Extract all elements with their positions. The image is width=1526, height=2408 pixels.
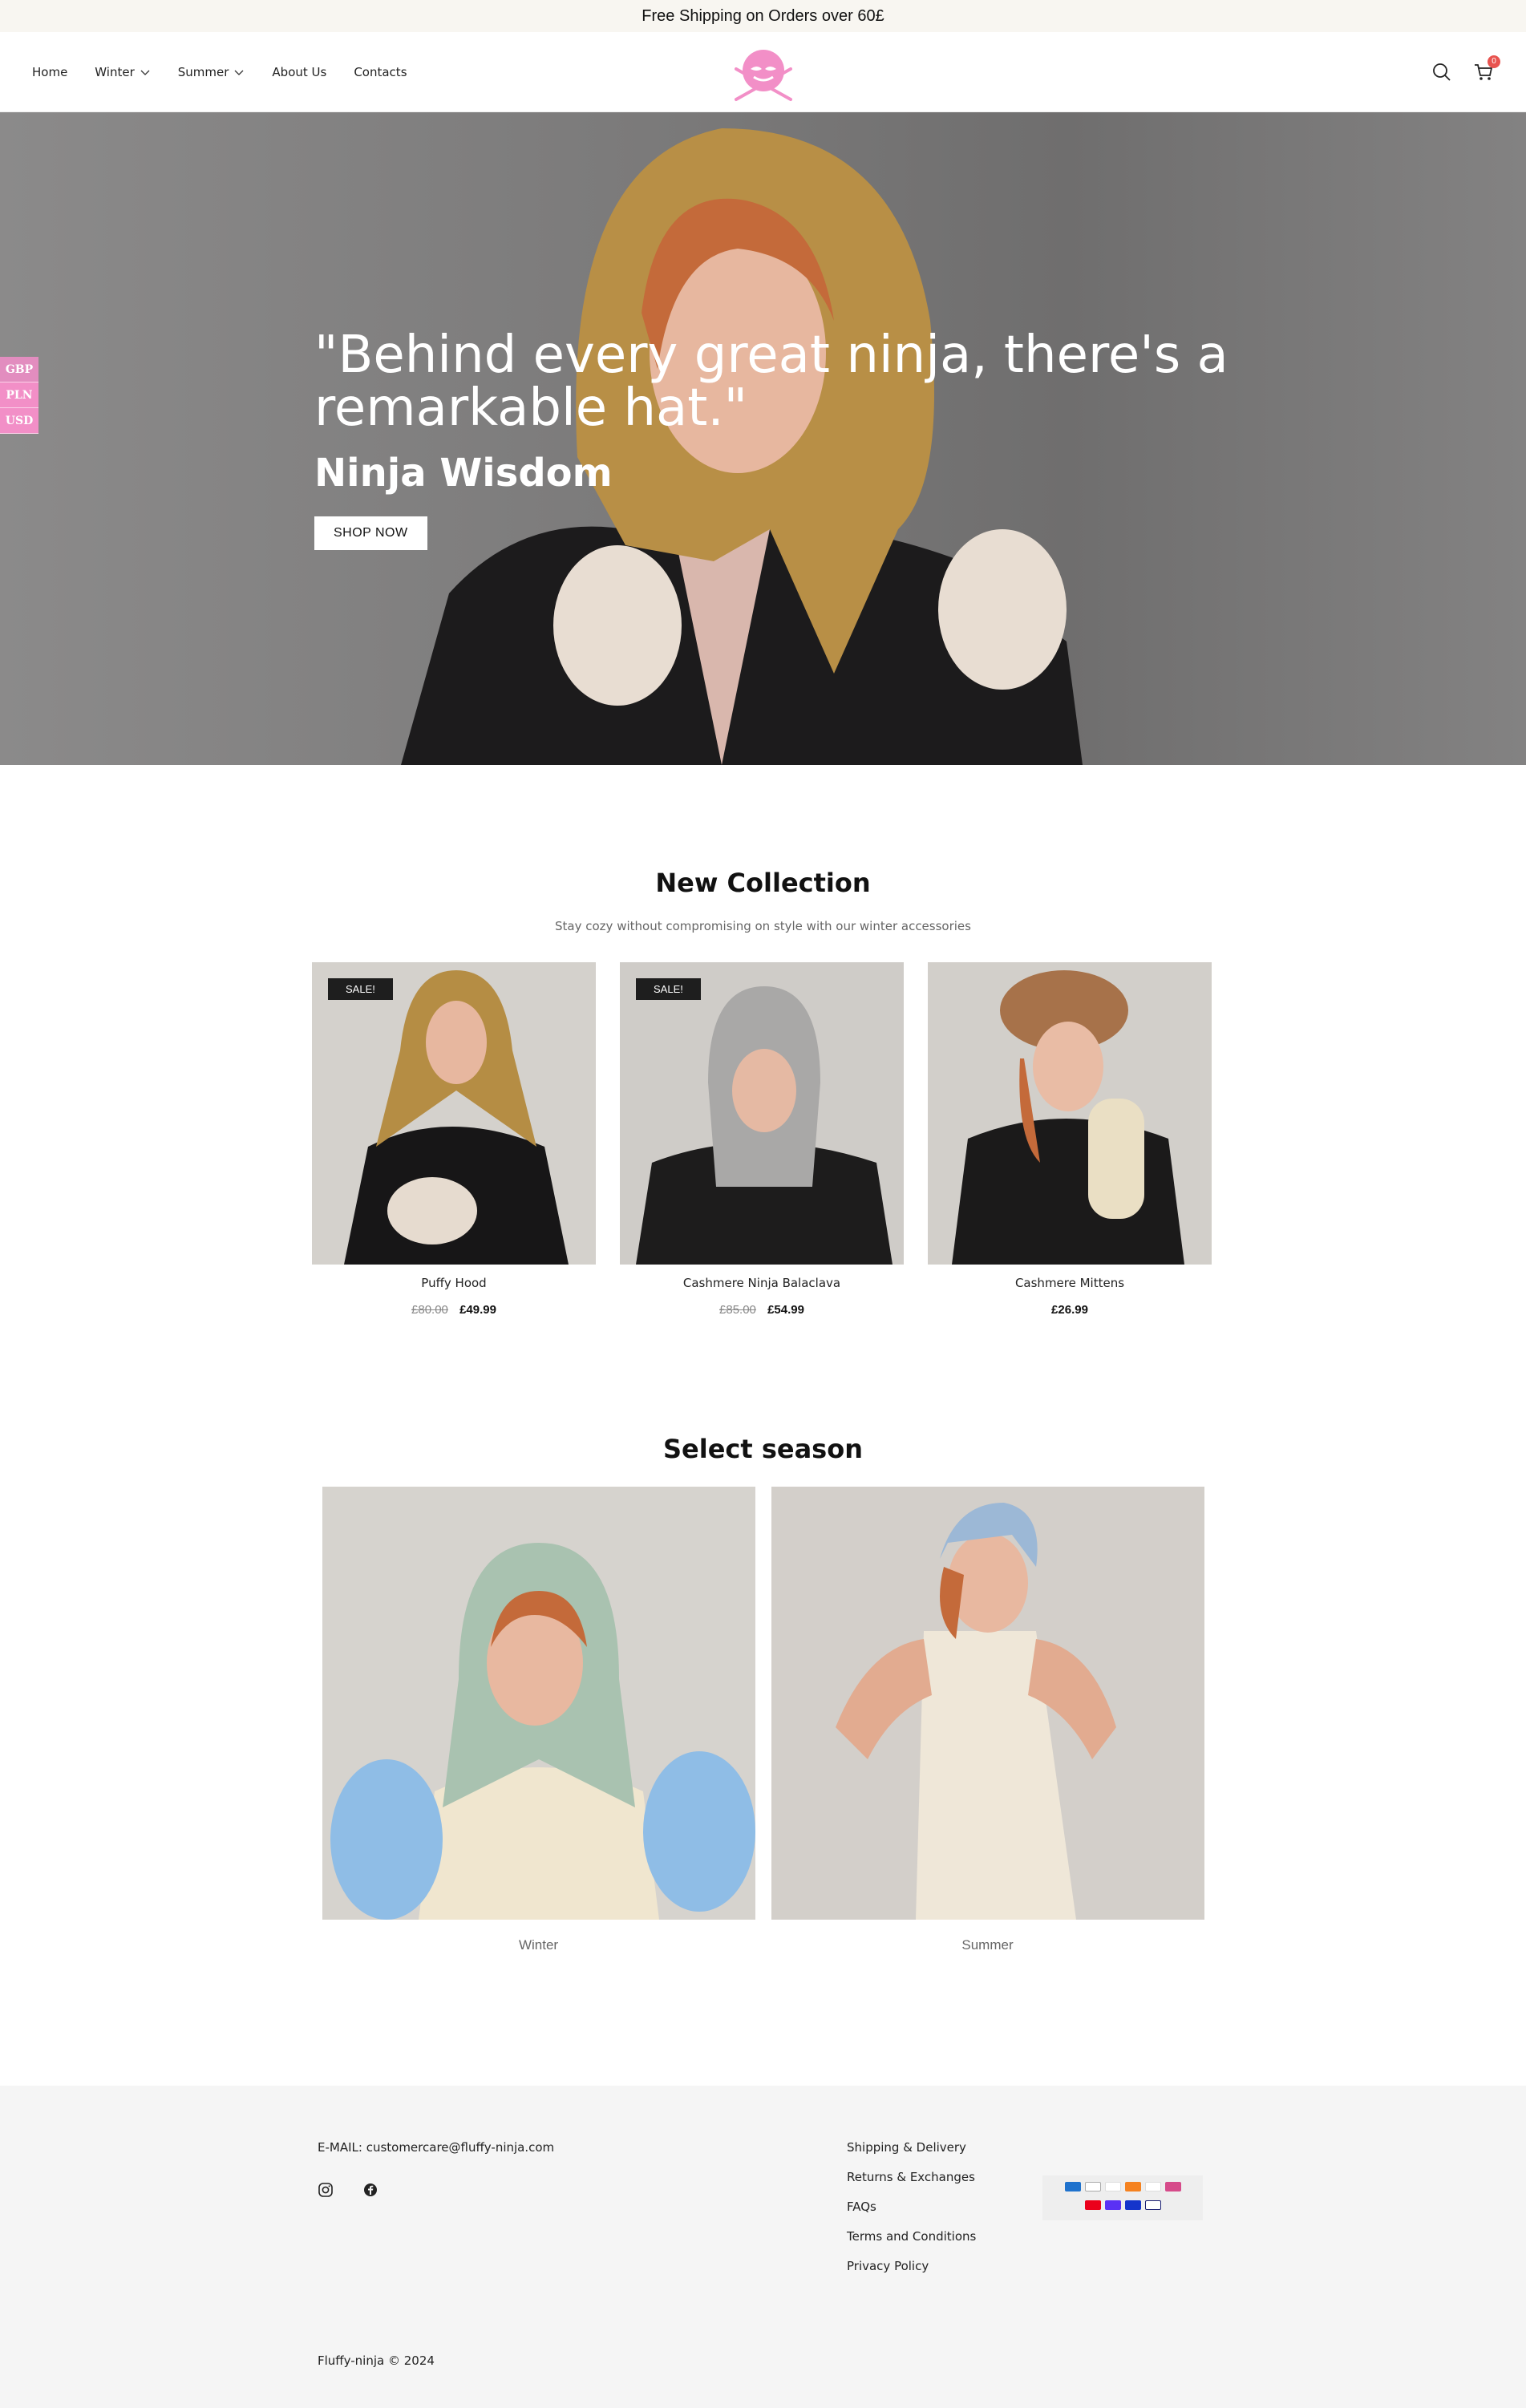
- announcement-bar: Free Shipping on Orders over 60£: [0, 0, 1526, 32]
- season-grid: Winter Summer: [322, 1487, 1204, 1953]
- product-price: £26.99: [928, 1303, 1212, 1317]
- product-price: £85.00 £54.99: [620, 1303, 904, 1317]
- maestro-icon: [1164, 2182, 1181, 2191]
- product-image[interactable]: SALE!: [312, 962, 596, 1265]
- chevron-down-icon: [234, 70, 244, 75]
- sale-price: £54.99: [767, 1303, 804, 1317]
- footer-link-faqs[interactable]: FAQs: [847, 2200, 976, 2214]
- chevron-down-icon: [140, 70, 150, 75]
- union-pay-icon: [1124, 2200, 1141, 2210]
- price: £26.99: [1051, 1303, 1088, 1317]
- footer-link-returns[interactable]: Returns & Exchanges: [847, 2170, 976, 2184]
- sale-badge: SALE!: [328, 978, 393, 1000]
- nav-winter[interactable]: Winter: [95, 65, 150, 79]
- sale-badge: SALE!: [636, 978, 701, 1000]
- hero-subtitle: Ninja Wisdom: [314, 451, 613, 496]
- site-header: Home Winter Summer About Us Contacts 0: [0, 32, 1526, 112]
- winter-photo: [322, 1487, 755, 1920]
- product-card[interactable]: Cashmere Mittens £26.99: [928, 962, 1212, 1317]
- product-name[interactable]: Cashmere Mittens: [928, 1276, 1212, 1290]
- nav-home-label: Home: [32, 64, 68, 79]
- instagram-icon[interactable]: [318, 2182, 334, 2198]
- product-name[interactable]: Cashmere Ninja Balaclava: [620, 1276, 904, 1290]
- footer-link-terms[interactable]: Terms and Conditions: [847, 2229, 976, 2244]
- site-footer: E-MAIL: customercare@fluffy-ninja.com Sh…: [0, 2086, 1526, 2408]
- header-actions: 0: [1431, 55, 1500, 83]
- hero-banner: "Behind every great ninja, there's a rem…: [0, 112, 1526, 765]
- season-label-winter[interactable]: Winter: [322, 1937, 755, 1953]
- announcement-text: Free Shipping on Orders over 60£: [642, 6, 884, 25]
- season-card-winter[interactable]: Winter: [322, 1487, 755, 1953]
- mastercard-icon: [1084, 2200, 1101, 2210]
- nav-about-label: About Us: [272, 64, 327, 79]
- nav-summer[interactable]: Summer: [178, 65, 245, 79]
- product-name[interactable]: Puffy Hood: [312, 1276, 596, 1290]
- product-photo: [928, 962, 1212, 1265]
- cart-button[interactable]: 0: [1473, 55, 1500, 83]
- nav-about[interactable]: About Us: [272, 65, 326, 79]
- search-icon[interactable]: [1431, 62, 1452, 83]
- product-image[interactable]: [928, 962, 1212, 1265]
- nav-contacts[interactable]: Contacts: [354, 65, 407, 79]
- currency-gbp[interactable]: GBP: [0, 357, 38, 382]
- nav-summer-label: Summer: [177, 64, 229, 79]
- collection-title: New Collection: [655, 868, 871, 898]
- collection-subtitle: Stay cozy without compromising on style …: [555, 919, 971, 933]
- product-card[interactable]: SALE! Puffy Hood £80.00 £49.99: [312, 962, 596, 1317]
- apple-pay-icon: [1084, 2182, 1101, 2191]
- season-image-summer[interactable]: [771, 1487, 1204, 1920]
- nav-winter-label: Winter: [95, 64, 135, 79]
- visa-icon: [1144, 2200, 1161, 2210]
- old-price: £85.00: [719, 1303, 756, 1317]
- currency-pln[interactable]: PLN: [0, 382, 38, 408]
- product-card[interactable]: SALE! Cashmere Ninja Balaclava £85.00 £5…: [620, 962, 904, 1317]
- product-photo: [620, 962, 904, 1265]
- product-grid: SALE! Puffy Hood £80.00 £49.99 SALE! Cas…: [312, 962, 1214, 1317]
- hero-quote: "Behind every great ninja, there's a rem…: [314, 326, 1228, 438]
- product-photo: [312, 962, 596, 1265]
- product-price: £80.00 £49.99: [312, 1303, 596, 1317]
- shop-now-button[interactable]: SHOP NOW: [314, 516, 427, 550]
- cart-count-badge: 0: [1488, 55, 1500, 68]
- footer-email[interactable]: E-MAIL: customercare@fluffy-ninja.com: [318, 2140, 554, 2155]
- summer-photo: [771, 1487, 1204, 1920]
- season-label-summer[interactable]: Summer: [771, 1937, 1204, 1953]
- season-title: Select season: [663, 1434, 863, 1464]
- footer-links: Shipping & Delivery Returns & Exchanges …: [847, 2140, 976, 2273]
- amex-icon: [1064, 2182, 1081, 2191]
- facebook-icon[interactable]: [362, 2182, 378, 2198]
- payment-methods: [1042, 2175, 1203, 2220]
- copyright: Fluffy-ninja © 2024: [318, 2353, 435, 2368]
- nav-home[interactable]: Home: [32, 65, 67, 79]
- google-pay-icon: [1144, 2182, 1161, 2191]
- diners-icon: [1104, 2182, 1121, 2191]
- currency-switcher: GBP PLN USD: [0, 357, 38, 434]
- nav-contacts-label: Contacts: [354, 64, 407, 79]
- hero-content: "Behind every great ninja, there's a rem…: [314, 329, 1277, 550]
- season-card-summer[interactable]: Summer: [771, 1487, 1204, 1953]
- footer-link-shipping[interactable]: Shipping & Delivery: [847, 2140, 976, 2155]
- discover-icon: [1124, 2182, 1141, 2191]
- select-season-section: Select season Winter Summer: [0, 1317, 1526, 1953]
- sale-price: £49.99: [459, 1303, 496, 1317]
- social-links: [318, 2182, 378, 2198]
- footer-link-privacy[interactable]: Privacy Policy: [847, 2259, 976, 2273]
- season-image-winter[interactable]: [322, 1487, 755, 1920]
- currency-usd[interactable]: USD: [0, 408, 38, 434]
- main-nav: Home Winter Summer About Us Contacts: [32, 65, 407, 79]
- old-price: £80.00: [411, 1303, 448, 1317]
- shop-pay-icon: [1104, 2200, 1121, 2210]
- product-image[interactable]: SALE!: [620, 962, 904, 1265]
- ninja-logo[interactable]: [731, 40, 795, 104]
- new-collection-section: New Collection Stay cozy without comprom…: [0, 765, 1526, 1317]
